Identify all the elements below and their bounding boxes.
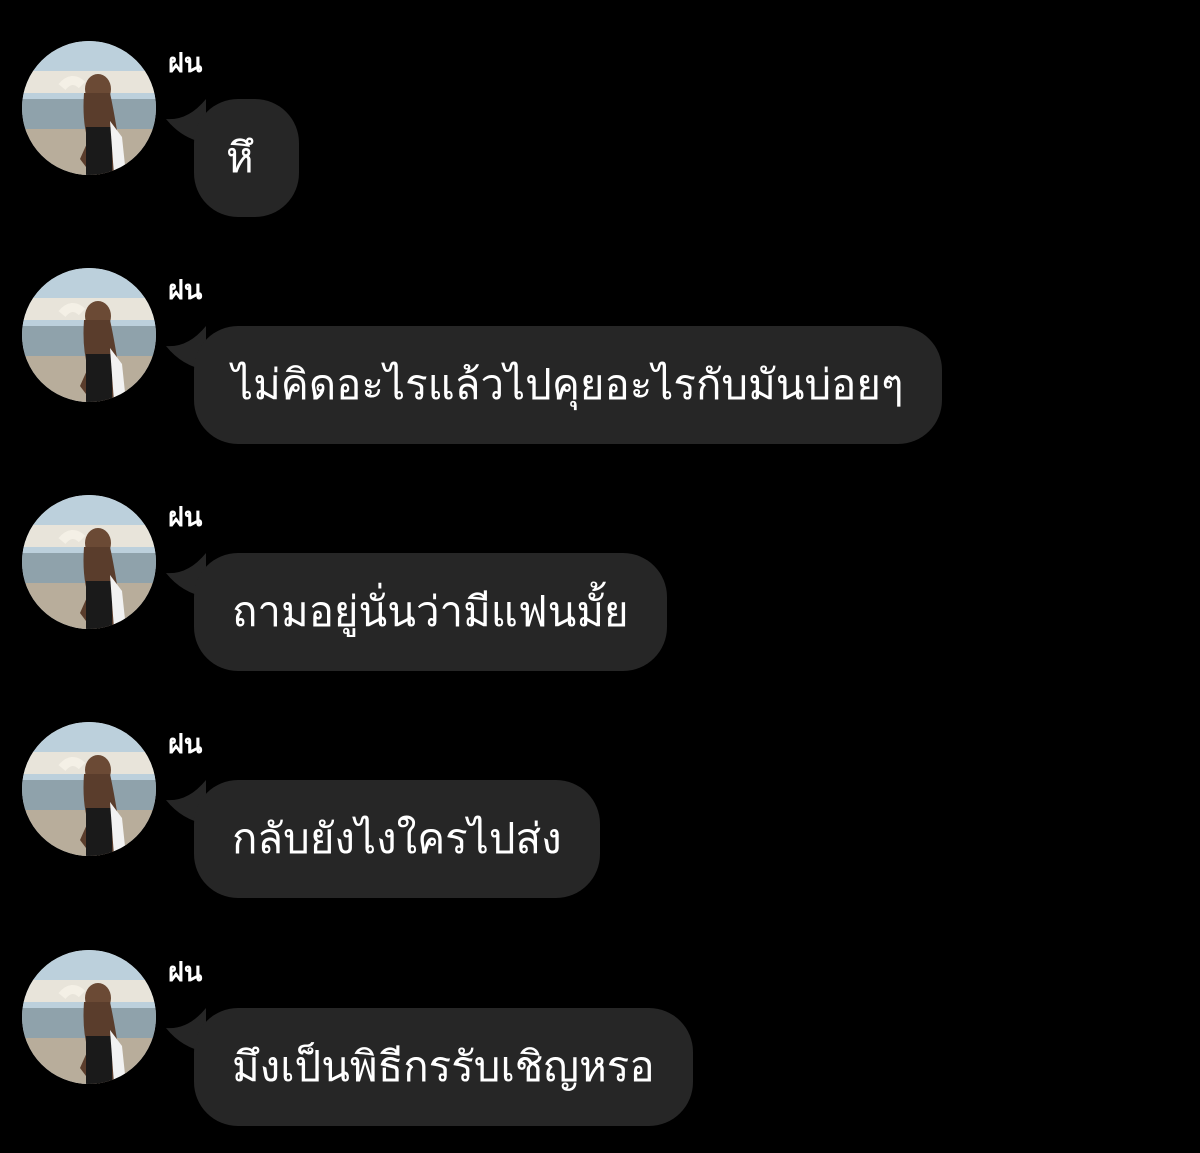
sender-avatar[interactable]	[22, 950, 156, 1084]
message-bubble[interactable]: กลับยังไงใครไปส่ง	[194, 780, 600, 898]
message-text: มึงเป็นพิธีกรรับเชิญหรอ	[232, 1042, 655, 1091]
chat-thread: ฝน หึ ฝน ไม่คิดอะไรแล้วไปคุยอะไรกับมันบ่…	[0, 0, 1200, 1153]
message-text: ไม่คิดอะไรแล้วไปคุยอะไรกับมันบ่อยๆ	[232, 360, 904, 409]
avatar-photo-icon	[22, 268, 156, 402]
sender-name: ฝน	[168, 48, 203, 79]
message-text: หึ	[226, 133, 254, 182]
message-row: ฝน ถามอยู่นั่นว่ามีแฟนมั้ย	[0, 495, 1200, 695]
message-row: ฝน กลับยังไงใครไปส่ง	[0, 722, 1200, 922]
message-row: ฝน ไม่คิดอะไรแล้วไปคุยอะไรกับมันบ่อยๆ	[0, 268, 1200, 468]
sender-name: ฝน	[168, 502, 203, 533]
message-text: กลับยังไงใครไปส่ง	[232, 814, 562, 863]
sender-avatar[interactable]	[22, 495, 156, 629]
message-row: ฝน หึ	[0, 41, 1200, 241]
sender-name: ฝน	[168, 957, 203, 988]
avatar-photo-icon	[22, 41, 156, 175]
message-text: ถามอยู่นั่นว่ามีแฟนมั้ย	[232, 587, 629, 636]
message-bubble[interactable]: ไม่คิดอะไรแล้วไปคุยอะไรกับมันบ่อยๆ	[194, 326, 942, 444]
sender-avatar[interactable]	[22, 41, 156, 175]
sender-avatar[interactable]	[22, 268, 156, 402]
message-bubble[interactable]: มึงเป็นพิธีกรรับเชิญหรอ	[194, 1008, 693, 1126]
message-bubble[interactable]: หึ	[194, 99, 299, 217]
avatar-photo-icon	[22, 722, 156, 856]
avatar-photo-icon	[22, 950, 156, 1084]
avatar-photo-icon	[22, 495, 156, 629]
message-row: ฝน มึงเป็นพิธีกรรับเชิญหรอ	[0, 950, 1200, 1150]
message-bubble[interactable]: ถามอยู่นั่นว่ามีแฟนมั้ย	[194, 553, 667, 671]
sender-name: ฝน	[168, 275, 203, 306]
sender-name: ฝน	[168, 729, 203, 760]
sender-avatar[interactable]	[22, 722, 156, 856]
